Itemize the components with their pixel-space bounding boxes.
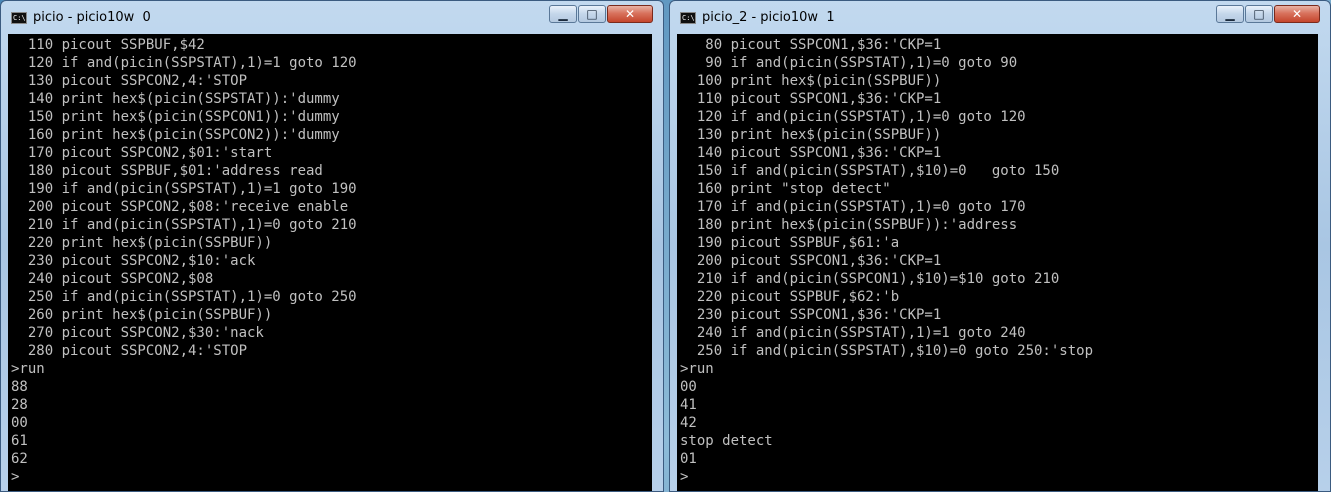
- console-line: 130 picout SSPCON2,4:'STOP: [11, 73, 248, 89]
- console-line: 180 print hex$(picin(SSPBUF)):'address: [680, 217, 1018, 233]
- console-line: 250 if and(picin(SSPSTAT),1)=0 goto 250: [11, 289, 357, 305]
- console-line: 80 picout SSPCON1,$36:'CKP=1: [680, 37, 942, 53]
- console-line: 240 picout SSPCON2,$08: [11, 271, 214, 287]
- title-bar[interactable]: C:\ picio_2 - picio10w 1 ▁ □ ✕: [670, 1, 1330, 34]
- console-line: 120 if and(picin(SSPSTAT),1)=0 goto 120: [680, 109, 1026, 125]
- minimize-button[interactable]: ▁: [549, 5, 577, 23]
- console-line: 160 print "stop detect": [680, 181, 891, 197]
- console-line: 170 picout SSPCON2,$01:'start: [11, 145, 273, 161]
- minimize-button[interactable]: ▁: [1216, 5, 1244, 23]
- console-line: 190 if and(picin(SSPSTAT),1)=1 goto 190: [11, 181, 357, 197]
- console-line: 130 print hex$(picin(SSPBUF)): [680, 127, 942, 143]
- console-line: 00: [11, 415, 28, 431]
- console-line: stop detect: [680, 433, 773, 449]
- console-line: 61: [11, 433, 28, 449]
- console-line: 210 if and(picin(SSPSTAT),1)=0 goto 210: [11, 217, 357, 233]
- console-line: 90 if and(picin(SSPSTAT),1)=0 goto 90: [680, 55, 1018, 71]
- console-line: 120 if and(picin(SSPSTAT),1)=1 goto 120: [11, 55, 357, 71]
- console-window-picio[interactable]: C:\ picio - picio10w 0 ▁ □ ✕ 110 picout …: [0, 0, 664, 492]
- console-line: 28: [11, 397, 28, 413]
- console-line: 220 picout SSPBUF,$62:'b: [680, 289, 900, 305]
- console-line: 180 picout SSPBUF,$01:'address read: [11, 163, 323, 179]
- console-output[interactable]: 80 picout SSPCON1,$36:'CKP=1 90 if and(p…: [677, 34, 1318, 491]
- console-line: 270 picout SSPCON2,$30:'nack: [11, 325, 264, 341]
- console-line: 150 if and(picin(SSPSTAT),$10)=0 goto 15…: [680, 163, 1060, 179]
- console-line: 160 print hex$(picin(SSPCON2)):'dummy: [11, 127, 340, 143]
- window-title: picio - picio10w 0: [33, 10, 151, 25]
- console-app-icon: C:\: [11, 12, 27, 24]
- console-line: 42: [680, 415, 697, 431]
- console-line: 200 picout SSPCON1,$36:'CKP=1: [680, 253, 942, 269]
- console-line: 140 print hex$(picin(SSPSTAT)):'dummy: [11, 91, 340, 107]
- console-line: 01: [680, 451, 697, 467]
- console-line: >: [680, 469, 689, 485]
- title-bar[interactable]: C:\ picio - picio10w 0 ▁ □ ✕: [1, 1, 663, 34]
- console-output[interactable]: 110 picout SSPBUF,$42 120 if and(picin(S…: [8, 34, 652, 491]
- console-line: 00: [680, 379, 697, 395]
- console-line: 110 picout SSPBUF,$42: [11, 37, 205, 53]
- console-line: 62: [11, 451, 28, 467]
- window-title: picio_2 - picio10w 1: [702, 10, 835, 25]
- console-line: 200 picout SSPCON2,$08:'receive enable: [11, 199, 349, 215]
- close-button[interactable]: ✕: [607, 5, 653, 23]
- console-line: 110 picout SSPCON1,$36:'CKP=1: [680, 91, 942, 107]
- console-line: 88: [11, 379, 28, 395]
- console-line: 260 print hex$(picin(SSPBUF)): [11, 307, 273, 323]
- console-line: 41: [680, 397, 697, 413]
- console-line: 210 if and(picin(SSPCON1),$10)=$10 goto …: [680, 271, 1060, 287]
- console-line: 230 picout SSPCON2,$10:'ack: [11, 253, 256, 269]
- console-line: >run: [11, 361, 45, 377]
- maximize-button[interactable]: □: [1245, 5, 1273, 23]
- close-button[interactable]: ✕: [1274, 5, 1320, 23]
- console-line: 220 print hex$(picin(SSPBUF)): [11, 235, 273, 251]
- console-line: 140 picout SSPCON1,$36:'CKP=1: [680, 145, 942, 161]
- console-lines: 80 picout SSPCON1,$36:'CKP=1 90 if and(p…: [680, 36, 1318, 486]
- console-window-picio-2[interactable]: C:\ picio_2 - picio10w 1 ▁ □ ✕ 80 picout…: [669, 0, 1331, 492]
- console-line: >: [11, 469, 20, 485]
- console-line: 150 print hex$(picin(SSPCON1)):'dummy: [11, 109, 340, 125]
- console-line: 280 picout SSPCON2,4:'STOP: [11, 343, 248, 359]
- console-line: 100 print hex$(picin(SSPBUF)): [680, 73, 942, 89]
- console-line: >run: [680, 361, 714, 377]
- console-lines: 110 picout SSPBUF,$42 120 if and(picin(S…: [11, 36, 652, 486]
- console-line: 240 if and(picin(SSPSTAT),1)=1 goto 240: [680, 325, 1026, 341]
- console-line: 170 if and(picin(SSPSTAT),1)=0 goto 170: [680, 199, 1026, 215]
- console-app-icon: C:\: [680, 12, 696, 24]
- maximize-button[interactable]: □: [578, 5, 606, 23]
- console-line: 250 if and(picin(SSPSTAT),$10)=0 goto 25…: [680, 343, 1094, 359]
- console-line: 230 picout SSPCON1,$36:'CKP=1: [680, 307, 942, 323]
- console-line: 190 picout SSPBUF,$61:'a: [680, 235, 900, 251]
